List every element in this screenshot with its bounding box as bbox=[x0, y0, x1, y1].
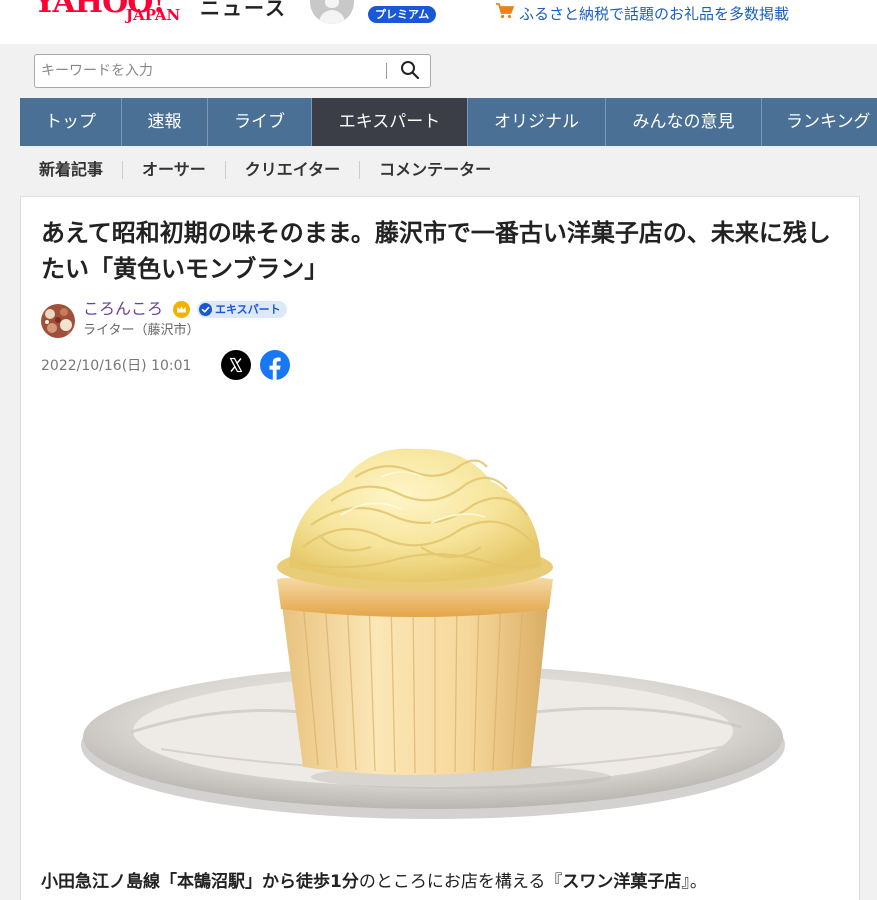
tab-breaking[interactable]: 速報 bbox=[122, 98, 208, 146]
main-nav: トップ 速報 ライブ エキスパート オリジナル みんなの意見 ランキング bbox=[20, 98, 877, 146]
promo-text: ふるさと納税で話題のお礼品を多数掲載 bbox=[519, 4, 790, 23]
search-bar bbox=[20, 44, 877, 98]
publish-date: 2022/10/16(日) 10:01 bbox=[41, 358, 192, 374]
search-icon bbox=[401, 60, 420, 79]
article: あえて昭和初期の味そのまま。藤沢市で一番古い洋菓子店の、未来に残したい「黄色いモ… bbox=[20, 196, 860, 900]
facebook-logo-icon bbox=[260, 350, 290, 380]
subnav-creators[interactable]: クリエイター bbox=[224, 161, 359, 179]
search-box bbox=[34, 54, 431, 88]
logo-japan-text: JAPAN bbox=[126, 6, 181, 24]
section-name[interactable]: ニュース bbox=[200, 0, 287, 21]
subnav-authors[interactable]: オーサー bbox=[122, 161, 225, 179]
author-name[interactable]: ころんころ bbox=[83, 299, 163, 319]
lead-text-2: 』。 bbox=[681, 872, 707, 892]
lead-bold-shop: スワン洋菓子店 bbox=[562, 872, 682, 892]
tab-opinions[interactable]: みんなの意見 bbox=[606, 98, 762, 146]
x-share-button[interactable] bbox=[221, 350, 251, 380]
cart-icon bbox=[495, 2, 515, 25]
expert-badge: エキスパート bbox=[197, 301, 287, 318]
tab-original[interactable]: オリジナル bbox=[468, 98, 606, 146]
user-avatar-icon[interactable] bbox=[310, 0, 354, 24]
author-role: ライター（藤沢市） bbox=[83, 323, 200, 338]
search-divider bbox=[386, 63, 387, 79]
expert-badge-label: エキスパート bbox=[215, 303, 281, 316]
furusato-promo-link[interactable]: ふるさと納税で話題のお礼品を多数掲載 bbox=[495, 2, 789, 25]
sub-nav: 新着記事 オーサー クリエイター コメンテーター bbox=[20, 146, 877, 194]
crown-icon bbox=[173, 301, 190, 318]
yahoo-japan-logo[interactable]: YAHOO! JAPAN bbox=[34, 0, 194, 28]
tab-ranking[interactable]: ランキング bbox=[762, 98, 877, 146]
author-avatar[interactable] bbox=[41, 304, 75, 338]
subnav-new-articles[interactable]: 新着記事 bbox=[20, 161, 122, 179]
search-input[interactable] bbox=[41, 55, 381, 87]
article-photo-montblanc bbox=[41, 397, 841, 849]
site-header: YAHOO! JAPAN ニュース プレミアム ふるさと納税で話題のお礼品を多数… bbox=[0, 0, 877, 44]
subnav-commentators[interactable]: コメンテーター bbox=[359, 161, 510, 179]
article-lead-paragraph: 小田急江ノ島線「本鵠沼駅」から徒歩1分のところにお店を構える『スワン洋菓子店』。 bbox=[41, 869, 841, 895]
lead-text-1: のところにお店を構える『 bbox=[358, 872, 563, 892]
tab-live[interactable]: ライブ bbox=[208, 98, 312, 146]
verified-check-icon bbox=[199, 303, 212, 316]
premium-badge[interactable]: プレミアム bbox=[368, 6, 437, 23]
article-title: あえて昭和初期の味そのまま。藤沢市で一番古い洋菓子店の、未来に残したい「黄色いモ… bbox=[41, 219, 831, 283]
facebook-share-button[interactable] bbox=[260, 350, 290, 380]
tab-top[interactable]: トップ bbox=[20, 98, 122, 146]
tab-expert[interactable]: エキスパート bbox=[312, 98, 468, 146]
lead-bold-station: 小田急江ノ島線「本鵠沼駅」から徒歩1分 bbox=[41, 872, 359, 892]
x-logo-icon bbox=[229, 357, 243, 373]
search-button[interactable] bbox=[392, 57, 428, 85]
